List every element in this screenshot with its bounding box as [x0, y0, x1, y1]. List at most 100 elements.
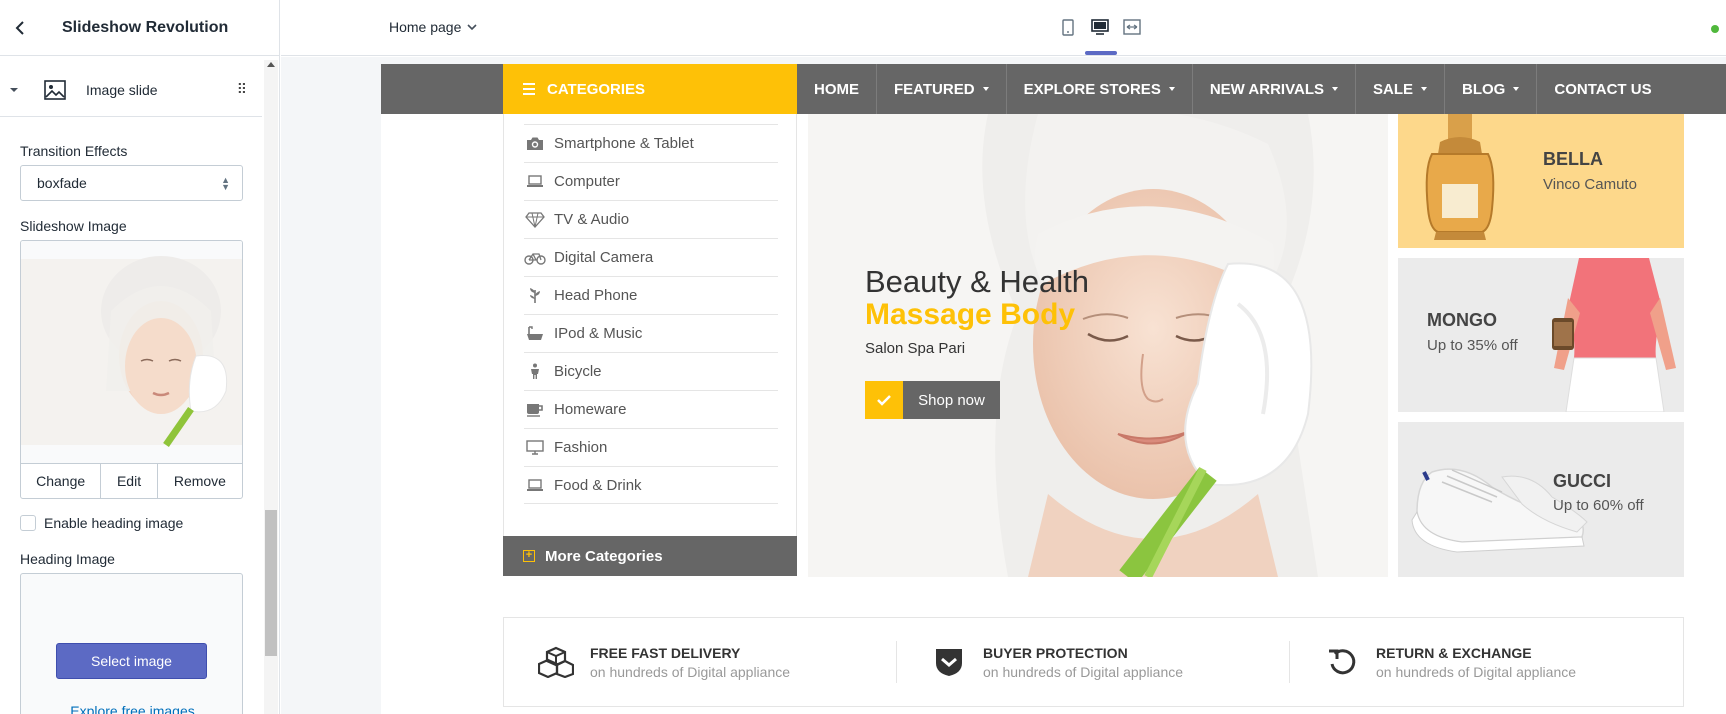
bicycle-icon: [524, 249, 546, 267]
categories-button[interactable]: CATEGORIES: [503, 64, 797, 114]
fullscreen-view-icon[interactable]: [1122, 17, 1142, 37]
block-label: Image slide: [86, 81, 158, 98]
category-item[interactable]: Fashion: [524, 428, 778, 466]
nav-item-contact-us[interactable]: CONTACT US: [1537, 64, 1668, 114]
bathtub-icon: [524, 325, 546, 343]
heading-image-picker: Select image Explore free images: [20, 573, 243, 714]
nav-item-explore-stores[interactable]: EXPLORE STORES: [1007, 64, 1193, 114]
scrollbar-thumb[interactable]: [265, 510, 277, 656]
block-row-image-slide[interactable]: Image slide ⠿: [0, 63, 262, 117]
editor-panel: Slideshow Revolution Image slide ⠿ Trans…: [0, 0, 280, 714]
mobile-view-icon[interactable]: [1058, 17, 1078, 37]
nav-item-label: NEW ARRIVALS: [1209, 80, 1324, 98]
category-label: Homeware: [554, 401, 627, 418]
category-item[interactable]: Head Phone: [524, 276, 778, 314]
return-icon: [1324, 644, 1360, 680]
check-icon: [865, 381, 903, 419]
transition-select[interactable]: boxfade ▲ ▼: [20, 165, 243, 201]
image-action-buttons: Change Edit Remove: [20, 463, 243, 499]
service-subtitle: on hundreds of Digital appliance: [983, 663, 1184, 680]
caret-down-icon: [1332, 87, 1338, 91]
category-label: IPod & Music: [554, 325, 643, 342]
perfume-bottle-image: [1425, 114, 1495, 240]
scroll-up-arrow-icon[interactable]: [267, 62, 275, 67]
service-text: RETURN & EXCHANGE on hundreds of Digital …: [1376, 645, 1576, 680]
more-categories-button[interactable]: + More Categories: [503, 536, 797, 576]
banner-gucci-subtitle: Up to 60% off: [1553, 497, 1644, 514]
category-item[interactable]: TV & Audio: [524, 200, 778, 238]
select-image-button[interactable]: Select image: [56, 643, 207, 679]
heading-image-label: Heading Image: [20, 551, 115, 567]
category-label: Smartphone & Tablet: [554, 135, 694, 152]
category-item[interactable]: Computer: [524, 162, 778, 200]
category-label: Bicycle: [554, 363, 602, 380]
category-list: Smartphone & Tablet Computer TV & Audio Dig…: [503, 114, 797, 540]
woman-portrait-thumbnail: [21, 241, 242, 463]
store-preview: CATEGORIES HOME FEATURED EXPLORE STORES NEW…: [281, 57, 1726, 714]
nav-item-label: EXPLORE STORES: [1023, 80, 1161, 98]
services-bar: FREE FAST DELIVERY on hundreds of Digital…: [503, 617, 1684, 707]
monitor-icon: [524, 439, 546, 457]
banner-bella[interactable]: BELLA Vinco Camuto: [1398, 114, 1684, 248]
nav-item-blog[interactable]: BLOG: [1445, 64, 1538, 114]
category-item[interactable]: Bicycle: [524, 352, 778, 390]
enable-heading-checkbox[interactable]: [20, 515, 36, 531]
caret-down-icon[interactable]: [0, 87, 28, 93]
more-categories-label: More Categories: [545, 547, 663, 565]
page-selector[interactable]: Home page: [389, 19, 477, 35]
category-label: TV & Audio: [554, 211, 630, 228]
banner-gucci-title: GUCCI: [1553, 471, 1611, 491]
nav-item-home[interactable]: HOME: [797, 64, 877, 114]
slideshow-image-label: Slideshow Image: [20, 218, 127, 234]
category-label: Digital Camera: [554, 249, 654, 266]
explore-free-images-link[interactable]: Explore free images: [21, 703, 244, 714]
slideshow-image-preview: [20, 240, 243, 464]
service-subtitle: on hundreds of Digital appliance: [1376, 663, 1577, 680]
back-button[interactable]: [0, 0, 40, 56]
hero-subheading: Massage Body: [865, 298, 1076, 331]
caret-down-icon: [982, 87, 989, 91]
service-text: FREE FAST DELIVERY on hundreds of Digital…: [590, 645, 790, 680]
nav-item-label: CONTACT US: [1554, 80, 1652, 98]
category-item[interactable]: Digital Camera: [524, 238, 778, 276]
pink-blouse-model-image: [1552, 258, 1676, 412]
category-item[interactable]: Smartphone & Tablet: [524, 124, 778, 162]
hero-text: Beauty & Health Massage Body Salon Spa P…: [865, 264, 1089, 419]
nav-item-label: SALE: [1373, 80, 1414, 98]
shop-now-button[interactable]: Shop now: [865, 381, 1000, 419]
category-label: Fashion: [554, 439, 608, 456]
nav-item-new-arrivals[interactable]: NEW ARRIVALS: [1193, 64, 1356, 114]
banner-gucci[interactable]: GUCCI Up to 60% off: [1398, 422, 1684, 577]
laptop-icon: [524, 173, 546, 191]
nav-item-label: HOME: [814, 80, 859, 98]
drag-handle-icon[interactable]: ⠿: [237, 81, 247, 98]
banner-bella-subtitle: Vinco Camuto: [1543, 176, 1637, 193]
hero-heading: Beauty & Health: [865, 264, 1090, 299]
panel-scrollbar[interactable]: [264, 60, 278, 714]
editor-topbar: Home page: [281, 0, 1726, 56]
shop-now-label: Shop now: [903, 381, 1000, 419]
caret-down-icon: [1513, 87, 1520, 91]
remove-image-button[interactable]: Remove: [158, 464, 242, 498]
store-page: CATEGORIES HOME FEATURED EXPLORE STORES NEW…: [381, 64, 1726, 714]
diamond-icon: [524, 211, 546, 229]
category-item[interactable]: Homeware: [524, 390, 778, 428]
change-image-button[interactable]: Change: [21, 464, 102, 498]
hero-slide[interactable]: Beauty & Health Massage Body Salon Spa P…: [808, 114, 1388, 577]
category-item[interactable]: IPod & Music: [524, 314, 778, 352]
coffee-icon: [524, 401, 546, 419]
nav-item-sale[interactable]: SALE: [1356, 64, 1446, 114]
service-title: FREE FAST DELIVERY: [590, 644, 741, 661]
panel-title: Slideshow Revolution: [62, 18, 229, 36]
enable-heading-row[interactable]: Enable heading image: [20, 515, 183, 531]
panel-header: Slideshow Revolution: [0, 0, 279, 56]
category-label: Head Phone: [554, 287, 638, 304]
service-title: RETURN & EXCHANGE: [1376, 644, 1532, 661]
edit-image-button[interactable]: Edit: [101, 464, 158, 498]
nav-item-featured[interactable]: FEATURED: [877, 64, 1007, 114]
hero-caption: Salon Spa Pari: [865, 340, 966, 357]
banner-mongo[interactable]: MONGO Up to 35% off: [1398, 258, 1684, 412]
category-item[interactable]: Food & Drink: [524, 466, 778, 504]
desktop-view-icon[interactable]: [1090, 17, 1110, 37]
nav-item-label: BLOG: [1462, 80, 1506, 98]
